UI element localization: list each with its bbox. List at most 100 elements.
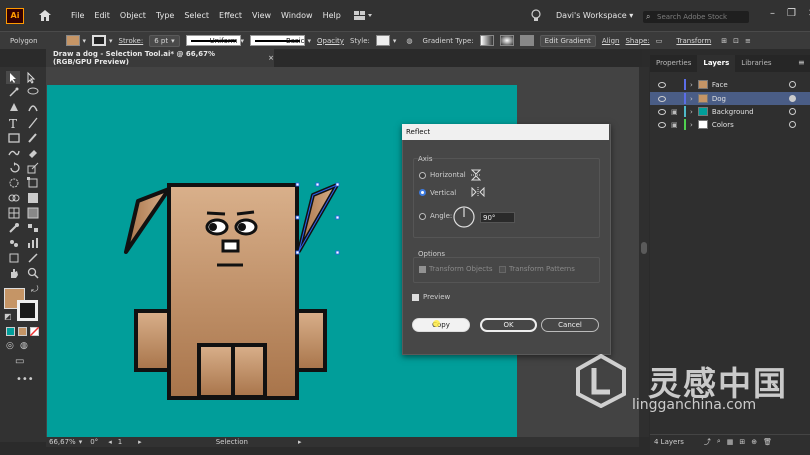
paintbrush-icon[interactable] [27,132,39,144]
expand-chevron-icon[interactable]: › [690,108,693,116]
eyedropper-icon[interactable] [8,222,20,234]
menu-window[interactable]: Window [276,11,318,20]
target-icon[interactable] [789,121,796,128]
magic-wand-icon[interactable] [8,86,20,98]
slice-icon[interactable] [27,252,39,264]
opacity-label[interactable]: Opacity [317,37,344,45]
locate-object-icon[interactable]: ⌕ [717,437,721,446]
hand-icon[interactable] [8,267,20,279]
edit-gradient-button[interactable]: Edit Gradient [539,34,596,47]
dog-left-ear[interactable] [124,187,171,254]
vertical-label[interactable]: Vertical [430,189,456,197]
live-paint-icon[interactable] [27,192,39,204]
gradient-mode-icon[interactable] [18,327,27,336]
angle-input[interactable]: 90° [480,212,515,223]
target-icon[interactable] [789,81,796,88]
eraser-icon[interactable] [27,147,39,159]
layer-row-face[interactable]: › Face [650,78,810,91]
draw-behind-icon[interactable]: ◍ [20,341,28,351]
layer-row-colors[interactable]: ▣ › Colors [650,118,810,131]
pen-icon[interactable] [8,101,20,113]
align-label[interactable]: Align [602,37,620,45]
visibility-eye-icon[interactable] [658,81,666,88]
export-icon[interactable]: ⤴ [704,437,711,447]
screen-mode-icon[interactable]: ▭ [15,356,24,367]
layer-name[interactable]: Dog [712,95,726,103]
lightbulb-icon[interactable] [531,9,541,22]
artboard-number[interactable]: 1 [118,438,122,446]
transform-label[interactable]: Transform [676,37,711,45]
line-icon[interactable] [27,117,39,129]
layer-row-dog[interactable]: › Dog [650,92,810,105]
shape-label[interactable]: Shape: [625,37,649,45]
menu-view[interactable]: View [247,11,276,20]
layer-row-background[interactable]: ▣ › Background [650,105,810,118]
stroke-color-swatch[interactable] [17,300,38,321]
rectangle-icon[interactable] [8,132,20,144]
menu-object[interactable]: Object [115,11,151,20]
horizontal-label[interactable]: Horizontal [430,171,466,179]
vertical-radio[interactable] [419,189,426,196]
expand-chevron-icon[interactable]: › [690,121,693,129]
edit-toolbar-icon[interactable]: ••• [16,374,34,385]
zoom-dropdown-icon[interactable]: ▾ [79,438,83,446]
layer-name[interactable]: Background [712,108,754,116]
preview-checkbox[interactable] [412,294,419,301]
clipping-mask-icon[interactable]: ▦ [727,438,734,446]
default-fill-stroke-icon[interactable]: ◩ [4,312,12,321]
new-layer-icon[interactable]: ⊕ [751,438,757,446]
menu-effect[interactable]: Effect [214,11,247,20]
free-transform-icon[interactable] [27,177,39,189]
dog-nose[interactable] [221,239,240,253]
artboard-next-icon[interactable]: ▸ [138,438,142,446]
recolor-icon[interactable]: ◍ [406,37,412,45]
type-icon[interactable]: T [8,117,20,131]
color-mode-icon[interactable] [6,327,15,336]
menu-help[interactable]: Help [318,11,346,20]
lock-icon[interactable]: ▣ [671,108,679,116]
scale-icon[interactable] [27,162,39,174]
tab-layers[interactable]: Layers [697,55,736,72]
visibility-eye-icon[interactable] [658,108,666,115]
menu-file[interactable]: File [66,11,89,20]
layer-name[interactable]: Colors [712,121,734,129]
menu-type[interactable]: Type [151,11,179,20]
ok-button[interactable]: OK [480,318,537,332]
document-tab[interactable]: Draw a dog - Selection Tool.ai* @ 66,67%… [46,49,274,67]
new-sublayer-icon[interactable]: ⊞ [739,438,745,446]
cancel-button[interactable]: Cancel [541,318,599,332]
visibility-eye-icon[interactable] [658,95,666,102]
shaper-icon[interactable] [8,147,20,159]
maximize-icon[interactable]: ❐ [787,8,796,19]
panel-menu-icon[interactable]: ≡ [745,37,751,45]
menu-edit[interactable]: Edit [89,11,115,20]
expand-chevron-icon[interactable]: › [690,81,693,89]
transform-patterns-checkbox[interactable] [499,266,506,273]
close-tab-icon[interactable]: × [268,54,274,62]
lasso-icon[interactable] [27,86,39,98]
lock-icon[interactable]: ▣ [671,121,679,129]
stroke-weight-field[interactable]: 6 pt ▾ [149,34,180,47]
dialog-title[interactable]: Reflect [402,124,609,140]
dog-left-arm[interactable] [134,309,171,372]
dog-right-arm[interactable] [295,309,327,372]
dog-right-brow[interactable] [236,210,255,216]
zoom-level[interactable]: 66,67% [49,438,76,446]
tab-libraries[interactable]: Libraries [735,55,777,72]
style-swatch[interactable]: ▾ [375,35,396,46]
panel-menu-icon[interactable]: ≡ [798,58,805,67]
angle-label[interactable]: Angle: [430,212,452,220]
freeform-gradient-button[interactable] [519,35,534,46]
symbol-sprayer-icon[interactable] [8,237,20,249]
stroke-swatch[interactable]: ▾ [92,35,113,46]
column-graph-icon[interactable] [27,237,39,249]
expand-chevron-icon[interactable]: › [690,95,693,103]
status-menu-icon[interactable]: ▸ [298,438,302,446]
horizontal-radio[interactable] [419,172,426,179]
shape-icon[interactable]: ▭ [656,37,663,45]
angle-radio[interactable] [419,213,426,220]
preview-label[interactable]: Preview [423,293,450,301]
angle-dial-icon[interactable] [453,206,475,230]
scroll-thumb[interactable] [641,242,647,254]
zoom-icon[interactable] [27,267,39,279]
